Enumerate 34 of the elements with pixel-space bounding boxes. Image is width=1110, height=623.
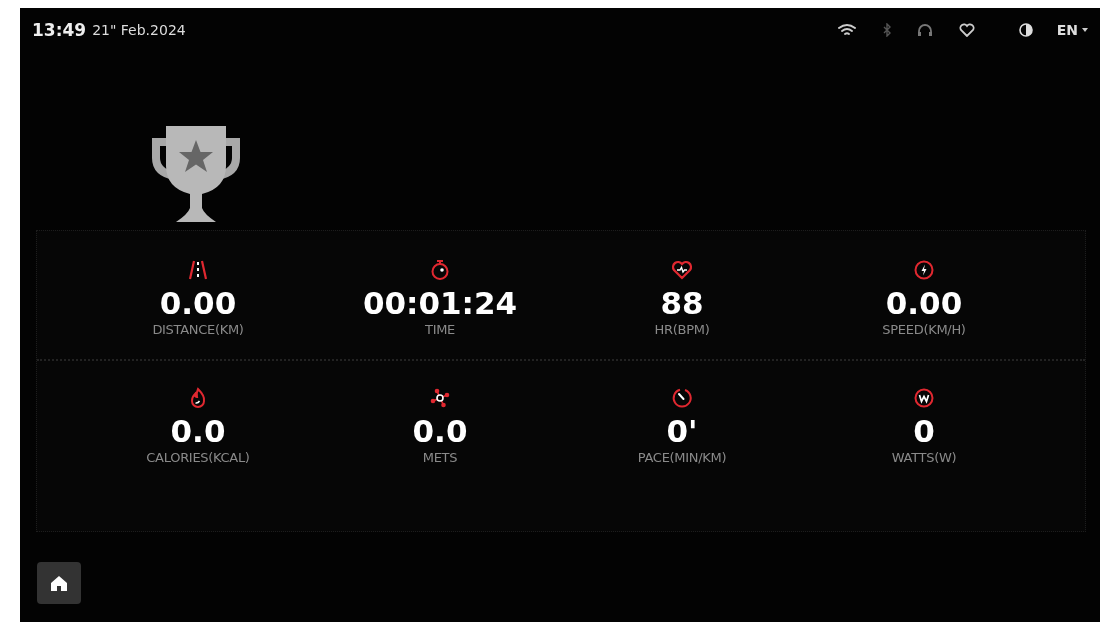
metric-value: 0.0 (170, 413, 226, 449)
date-text: 21" Feb.2024 (92, 22, 186, 38)
heart-icon[interactable] (958, 23, 975, 37)
metric-label: METS (422, 449, 458, 467)
home-icon (50, 574, 68, 592)
home-button[interactable] (37, 562, 81, 604)
contrast-icon[interactable] (1018, 23, 1033, 37)
metric-value: 0 (913, 413, 935, 449)
headphones-icon[interactable] (916, 23, 933, 37)
wifi-icon[interactable] (836, 23, 857, 37)
metric-value: 0.0 (412, 413, 468, 449)
stopwatch-icon (429, 259, 451, 281)
metric-value: 00:01:24 (362, 285, 518, 321)
metric-value: 0.00 (885, 285, 963, 321)
road-icon (187, 259, 209, 281)
metric-label: CALORIES(KCAL) (146, 449, 250, 467)
caret-icon (1082, 27, 1088, 33)
lightning-circle-icon (913, 259, 935, 281)
clock-time: 13:49 (32, 20, 87, 40)
watt-circle-icon (913, 387, 935, 409)
metric-value: 0' (666, 413, 698, 449)
metric-value: 0.00 (159, 285, 237, 321)
gauge-icon (671, 387, 693, 409)
language-selector[interactable]: EN (1056, 22, 1088, 38)
heart-pulse-icon (671, 259, 693, 281)
metric-label: WATTS(W) (891, 449, 957, 467)
metric-label: DISTANCE(KM) (152, 321, 244, 339)
metric-label: TIME (425, 321, 455, 339)
bluetooth-icon[interactable] (882, 23, 891, 37)
metric-label: PACE(MIN/KM) (637, 449, 727, 467)
metric-label: SPEED(KM/H) (882, 321, 966, 339)
metric-label: HR(BPM) (654, 321, 710, 339)
molecule-icon (429, 387, 451, 409)
metric-value: 88 (660, 285, 704, 321)
